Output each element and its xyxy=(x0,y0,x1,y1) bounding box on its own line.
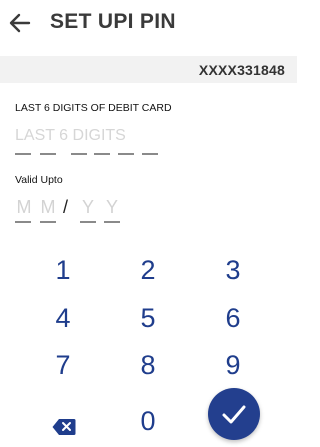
year-digit-1[interactable]: Y xyxy=(79,197,97,218)
year-digit-2[interactable]: Y xyxy=(103,197,121,218)
key-9[interactable]: 9 xyxy=(203,345,263,385)
key-2[interactable]: 2 xyxy=(118,250,178,290)
digit-underline xyxy=(71,153,87,155)
submit-button[interactable] xyxy=(208,388,260,440)
digit-underline xyxy=(15,153,31,155)
key-7[interactable]: 7 xyxy=(33,345,93,385)
backspace-icon xyxy=(52,419,76,435)
backspace-button[interactable] xyxy=(52,418,76,436)
digit-underline xyxy=(94,153,110,155)
back-button[interactable] xyxy=(6,9,34,37)
card-digits-label: LAST 6 DIGITS OF DEBIT CARD xyxy=(15,102,172,114)
key-5[interactable]: 5 xyxy=(118,298,178,338)
page-title: SET UPI PIN xyxy=(50,10,176,33)
digit-underline xyxy=(40,153,56,155)
date-underline xyxy=(15,221,31,223)
arrow-left-icon xyxy=(9,13,31,33)
valid-upto-label: Valid Upto xyxy=(15,174,63,186)
header: SET UPI PIN xyxy=(0,0,297,50)
key-1[interactable]: 1 xyxy=(33,250,93,290)
month-digit-1[interactable]: M xyxy=(15,197,33,218)
account-number: XXXX331848 xyxy=(198,62,285,78)
key-6[interactable]: 6 xyxy=(203,298,263,338)
month-digit-2[interactable]: M xyxy=(39,197,57,218)
key-4[interactable]: 4 xyxy=(33,298,93,338)
key-3[interactable]: 3 xyxy=(203,250,263,290)
checkmark-icon xyxy=(222,405,246,424)
digit-underline xyxy=(118,153,134,155)
date-separator: / xyxy=(63,197,69,217)
key-8[interactable]: 8 xyxy=(118,345,178,385)
date-underline xyxy=(40,221,56,223)
date-underline xyxy=(104,221,120,223)
date-underline xyxy=(80,221,96,223)
digit-underline xyxy=(142,153,158,155)
account-bar: XXXX331848 xyxy=(0,56,297,83)
key-0[interactable]: 0 xyxy=(118,401,178,441)
card-digits-input[interactable] xyxy=(15,126,165,146)
